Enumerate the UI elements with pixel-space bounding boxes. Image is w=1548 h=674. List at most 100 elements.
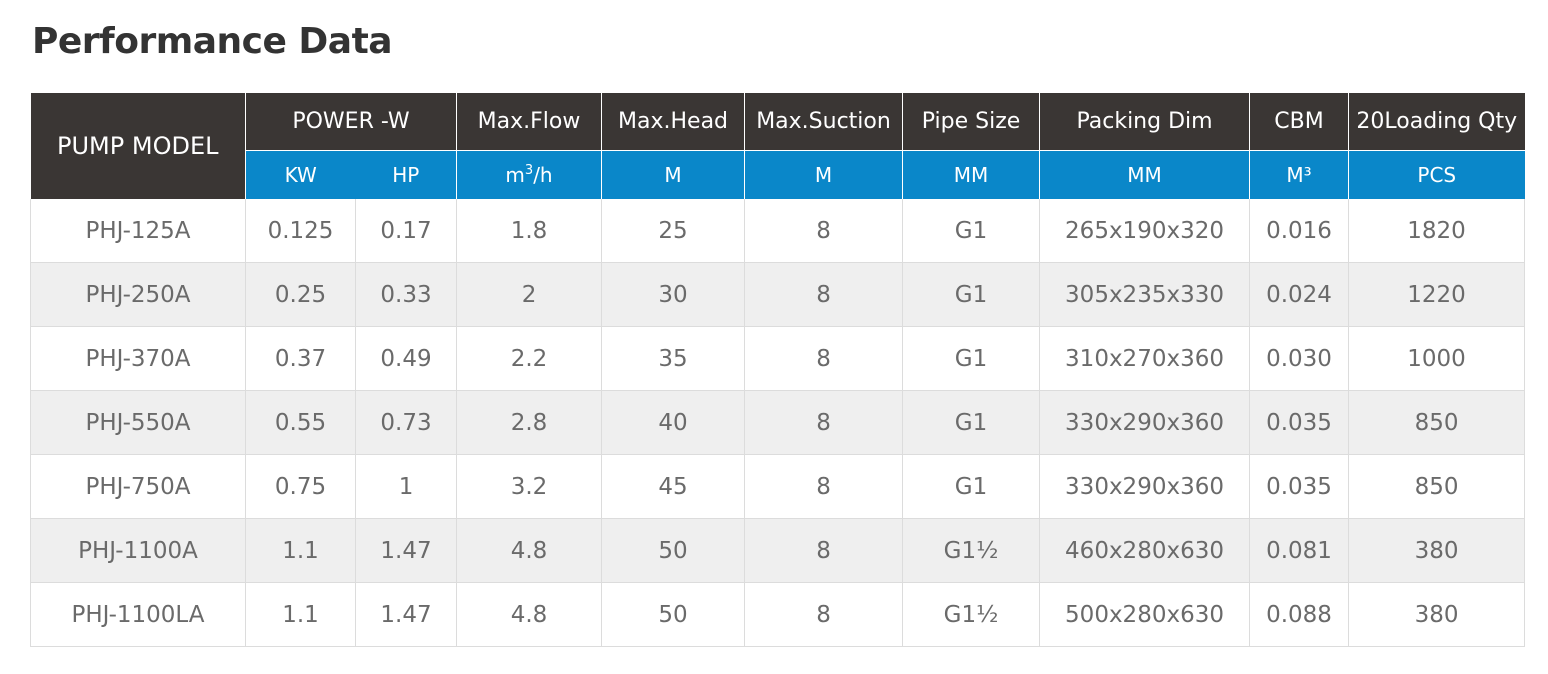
cell-suction: 8 (744, 326, 904, 391)
cell-head: 40 (601, 390, 746, 455)
cell-model: PHJ-750A (30, 454, 246, 519)
header-cbm: CBM (1249, 93, 1350, 151)
cell-cbm: 0.035 (1249, 454, 1350, 519)
cell-hp: 1.47 (355, 582, 458, 647)
cell-model: PHJ-125A (30, 199, 246, 263)
cell-packing: 265x190x320 (1039, 199, 1251, 263)
cell-flow: 1.8 (456, 199, 603, 263)
cell-flow: 3.2 (456, 454, 603, 519)
cell-qty: 380 (1348, 518, 1526, 583)
cell-flow: 2.2 (456, 326, 603, 391)
cell-model: PHJ-1100LA (30, 582, 246, 647)
unit-flow-base: m (505, 163, 525, 187)
cell-hp: 0.33 (355, 262, 458, 327)
performance-table: PUMP MODEL POWER -W Max.Flow Max.Head Ma… (30, 93, 1526, 647)
cell-pipe: G1 (902, 199, 1041, 263)
cell-flow: 4.8 (456, 582, 603, 647)
unit-packing: MM (1039, 150, 1251, 199)
cell-packing: 330x290x360 (1039, 454, 1251, 519)
unit-pipe: MM (902, 150, 1041, 199)
table-row: PHJ-250A 0.25 0.33 2 30 8 G1 305x235x330 0.024 12… (30, 262, 1526, 327)
unit-hp: HP (355, 150, 458, 199)
cell-hp: 1.47 (355, 518, 458, 583)
cell-hp: 1 (355, 454, 458, 519)
table-row: PHJ-370A 0.37 0.49 2.2 35 8 G1 310x270x360 0.030… (30, 326, 1526, 391)
cell-kw: 1.1 (245, 582, 356, 647)
cell-pipe: G1½ (902, 582, 1041, 647)
header-pipe-size: Pipe Size (902, 93, 1041, 151)
unit-flow: m3/h (456, 150, 603, 199)
cell-qty: 380 (1348, 582, 1526, 647)
cell-pipe: G1 (902, 262, 1041, 327)
header-pump-model: PUMP MODEL (30, 93, 246, 199)
cell-cbm: 0.030 (1249, 326, 1350, 391)
header-row: PUMP MODEL POWER -W Max.Flow Max.Head Ma… (30, 93, 1525, 199)
table-row: PHJ-125A 0.125 0.17 1.8 25 8 G1 265x190x320 0.01… (30, 199, 1526, 263)
cell-head: 45 (601, 454, 746, 519)
header-loading-qty: 20Loading Qty (1348, 93, 1525, 151)
cell-pipe: G1 (902, 326, 1041, 391)
table-row: PHJ-1100A 1.1 1.47 4.8 50 8 G1½ 460x280x630 0.08… (30, 518, 1526, 583)
unit-flow-sup: 3 (524, 163, 534, 178)
cell-cbm: 0.024 (1249, 262, 1350, 327)
cell-cbm: 0.016 (1249, 199, 1350, 263)
cell-packing: 305x235x330 (1039, 262, 1251, 327)
cell-qty: 850 (1348, 454, 1526, 519)
cell-head: 30 (601, 262, 746, 327)
cell-qty: 1000 (1348, 326, 1526, 391)
cell-model: PHJ-370A (30, 326, 246, 391)
cell-head: 35 (601, 326, 746, 391)
cell-pipe: G1½ (902, 518, 1041, 583)
cell-head: 50 (601, 518, 746, 583)
cell-cbm: 0.035 (1249, 390, 1350, 455)
cell-suction: 8 (744, 199, 904, 263)
unit-flow-tail: /h (533, 163, 553, 187)
cell-pipe: G1 (902, 454, 1041, 519)
cell-cbm: 0.088 (1249, 582, 1350, 647)
cell-packing: 460x280x630 (1039, 518, 1251, 583)
cell-kw: 0.37 (245, 326, 356, 391)
table-row: PHJ-750A 0.75 1 3.2 45 8 G1 330x290x360 0.035 850 (30, 454, 1526, 519)
cell-head: 25 (601, 199, 746, 263)
header-packing-dim: Packing Dim (1039, 93, 1251, 151)
unit-kw: KW (245, 150, 356, 199)
unit-suction: M (744, 150, 904, 199)
cell-qty: 1220 (1348, 262, 1526, 327)
cell-qty: 850 (1348, 390, 1526, 455)
cell-kw: 0.75 (245, 454, 356, 519)
cell-kw: 1.1 (245, 518, 356, 583)
cell-kw: 0.55 (245, 390, 356, 455)
table-row: PHJ-1100LA 1.1 1.47 4.8 50 8 G1½ 500x280x630 0.0… (30, 582, 1526, 647)
header-max-suction: Max.Suction (744, 93, 904, 151)
cell-model: PHJ-250A (30, 262, 246, 327)
cell-suction: 8 (744, 518, 904, 583)
header-power: POWER -W (245, 93, 458, 151)
header-max-head: Max.Head (601, 93, 746, 151)
unit-cbm: M³ (1249, 150, 1350, 199)
cell-suction: 8 (744, 454, 904, 519)
cell-model: PHJ-1100A (30, 518, 246, 583)
cell-flow: 2 (456, 262, 603, 327)
cell-qty: 1820 (1348, 199, 1526, 263)
cell-suction: 8 (744, 582, 904, 647)
unit-qty: PCS (1348, 150, 1525, 199)
table-body: PHJ-125A 0.125 0.17 1.8 25 8 G1 265x190x320 0.01… (30, 199, 1526, 647)
cell-hp: 0.17 (355, 199, 458, 263)
cell-kw: 0.125 (245, 199, 356, 263)
cell-kw: 0.25 (245, 262, 356, 327)
cell-hp: 0.49 (355, 326, 458, 391)
cell-packing: 330x290x360 (1039, 390, 1251, 455)
cell-cbm: 0.081 (1249, 518, 1350, 583)
page-title: Performance Data (32, 21, 393, 62)
cell-model: PHJ-550A (30, 390, 246, 455)
table-row: PHJ-550A 0.55 0.73 2.8 40 8 G1 330x290x360 0.035… (30, 390, 1526, 455)
cell-packing: 310x270x360 (1039, 326, 1251, 391)
cell-hp: 0.73 (355, 390, 458, 455)
cell-head: 50 (601, 582, 746, 647)
cell-flow: 4.8 (456, 518, 603, 583)
cell-suction: 8 (744, 390, 904, 455)
cell-flow: 2.8 (456, 390, 603, 455)
header-max-flow: Max.Flow (456, 93, 603, 151)
cell-packing: 500x280x630 (1039, 582, 1251, 647)
cell-pipe: G1 (902, 390, 1041, 455)
